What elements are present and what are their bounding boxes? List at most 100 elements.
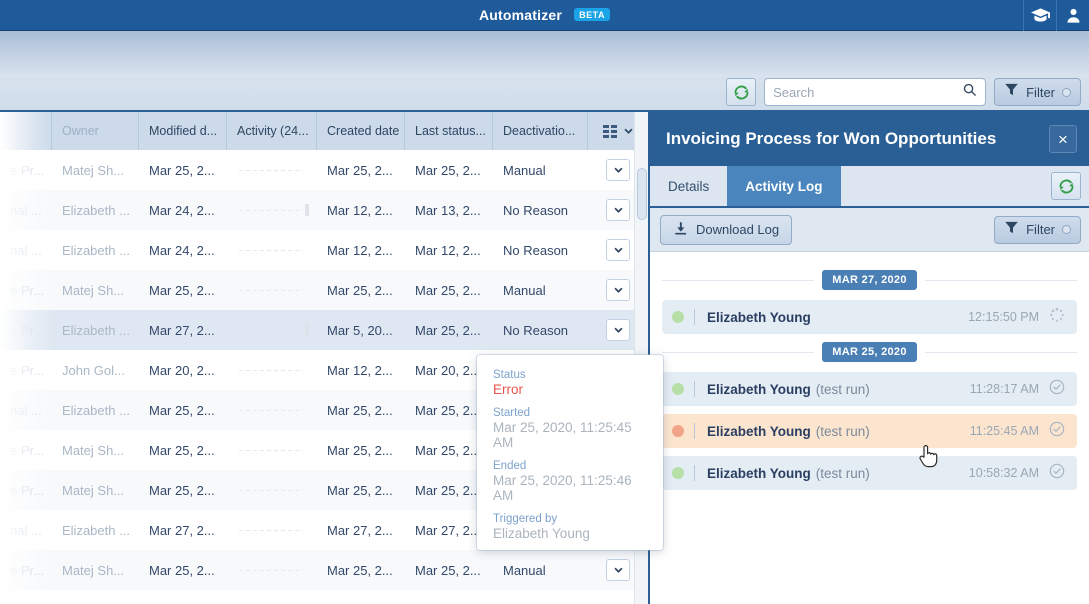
activity-sparkline <box>237 564 317 576</box>
automatizer-app: Automatizer BETA <box>0 0 1089 604</box>
table-row[interactable]: e Pr...Matej Sh...Mar 25, 2...Mar 25, 2.… <box>0 550 648 590</box>
search-input[interactable] <box>773 85 962 100</box>
column-header-deactivation[interactable]: Deactivatio... <box>493 112 588 150</box>
cell-owner: Elizabeth ... <box>52 203 139 218</box>
row-menu-chevron-down-icon[interactable] <box>606 559 630 581</box>
row-menu-chevron-down-icon[interactable] <box>606 159 630 181</box>
activity-log-actions: Download Log Filter <box>650 208 1089 252</box>
close-icon[interactable]: × <box>1049 125 1077 153</box>
table-row[interactable]: nal ...Elizabeth ...Mar 24, 2...Mar 12, … <box>0 230 648 270</box>
column-header-name[interactable] <box>0 112 52 150</box>
app-header: Automatizer BETA <box>0 0 1089 31</box>
column-header-last-status[interactable]: Last status... <box>405 112 493 150</box>
separator-line <box>925 352 1077 353</box>
cell-modified-date: Mar 25, 2... <box>139 283 227 298</box>
table-row[interactable]: nal ...Elizabeth ...Mar 24, 2...Mar 12, … <box>0 190 648 230</box>
log-entry[interactable]: Elizabeth Young12:15:50 PM <box>662 300 1077 334</box>
filter-button-label: Filter <box>1026 85 1055 100</box>
cell-activity <box>227 364 317 376</box>
cell-owner: Elizabeth ... <box>52 523 139 538</box>
cell-activity <box>227 484 317 496</box>
graduation-cap-icon[interactable] <box>1023 0 1056 31</box>
log-entry[interactable]: Elizabeth Young(test run)11:25:45 AM <box>662 414 1077 448</box>
check-circle-icon <box>1049 421 1065 442</box>
cell-last-status: Mar 12, 2... <box>405 243 493 258</box>
table-row[interactable]: e Pr...Matej Sh...Mar 25, 2...Mar 25, 2.… <box>0 150 648 190</box>
column-header-modified-date[interactable]: Modified d... <box>139 112 227 150</box>
log-entry-user: Elizabeth Young(test run) <box>707 424 870 439</box>
tab-details[interactable]: Details <box>650 166 727 206</box>
log-entry[interactable]: Elizabeth Young(test run)10:58:32 AM <box>662 456 1077 490</box>
log-entry[interactable]: Elizabeth Young(test run)11:28:17 AM <box>662 372 1077 406</box>
cell-name: e Pr... <box>0 563 52 578</box>
chevron-down-icon <box>624 128 633 134</box>
cell-created-date: Mar 25, 2... <box>317 283 405 298</box>
tooltip-started-label: Started <box>493 407 647 419</box>
cell-owner: Matej Sh... <box>52 563 139 578</box>
log-entry-user: Elizabeth Young(test run) <box>707 466 870 481</box>
cell-name: e Pr... <box>0 323 52 338</box>
cell-deactivation: No Reason <box>493 203 588 218</box>
cell-activity <box>227 524 317 536</box>
cell-modified-date: Mar 24, 2... <box>139 243 227 258</box>
table-row[interactable]: e Pr...Elizabeth ...Mar 27, 2...Mar 5, 2… <box>0 310 648 350</box>
panel-refresh-icon[interactable] <box>1051 172 1081 200</box>
download-log-button[interactable]: Download Log <box>660 215 792 245</box>
user-icon[interactable] <box>1056 0 1089 31</box>
cell-name: nal ... <box>0 523 52 538</box>
detail-panel-header: Invoicing Process for Won Opportunities … <box>650 112 1089 166</box>
cell-modified-date: Mar 27, 2... <box>139 323 227 338</box>
tab-activity-log[interactable]: Activity Log <box>727 166 840 206</box>
table-row[interactable]: e Pr...Matej Sh...Mar 25, 2...Mar 25, 2.… <box>0 270 648 310</box>
cell-name: e Pr... <box>0 363 52 378</box>
row-menu-chevron-down-icon[interactable] <box>606 279 630 301</box>
panel-filter-button[interactable]: Filter <box>994 216 1081 244</box>
filter-button[interactable]: Filter <box>994 78 1081 106</box>
cell-last-status: Mar 25, 2... <box>405 163 493 178</box>
log-entry-user: Elizabeth Young(test run) <box>707 382 870 397</box>
table-header-row: Owner Modified d... Activity (24... Crea… <box>0 112 648 150</box>
activity-sparkline <box>237 404 317 416</box>
download-icon <box>673 221 688 239</box>
activity-sparkline <box>237 444 317 456</box>
cell-activity <box>227 564 317 576</box>
row-menu-chevron-down-icon[interactable] <box>606 239 630 261</box>
column-header-owner[interactable]: Owner <box>52 112 139 150</box>
cell-name: e Pr... <box>0 483 52 498</box>
filter-icon <box>1004 220 1019 240</box>
detail-panel-tabs: Details Activity Log <box>650 166 1089 208</box>
panel-filter-status-dot <box>1062 225 1071 234</box>
cell-created-date: Mar 12, 2... <box>317 243 405 258</box>
check-circle-icon <box>1049 379 1065 400</box>
cell-owner: Matej Sh... <box>52 283 139 298</box>
tooltip-triggered-value: Elizabeth Young <box>493 526 647 541</box>
cell-last-status: Mar 13, 2... <box>405 203 493 218</box>
cell-deactivation: No Reason <box>493 323 588 338</box>
search-field[interactable] <box>764 78 986 106</box>
log-entry-subtitle: (test run) <box>816 424 870 439</box>
cell-deactivation: Manual <box>493 563 588 578</box>
cell-last-status: Mar 25, 2... <box>405 323 493 338</box>
cell-owner: Elizabeth ... <box>52 243 139 258</box>
table-scrollbar-thumb[interactable] <box>637 168 647 220</box>
cell-modified-date: Mar 27, 2... <box>139 523 227 538</box>
header-gradient-band <box>0 31 1089 74</box>
row-menu-chevron-down-icon[interactable] <box>606 199 630 221</box>
activity-sparkline <box>237 204 317 216</box>
column-header-activity[interactable]: Activity (24... <box>227 112 317 150</box>
cell-modified-date: Mar 25, 2... <box>139 403 227 418</box>
cell-deactivation: No Reason <box>493 243 588 258</box>
log-divider <box>694 309 695 325</box>
cell-owner: Matej Sh... <box>52 443 139 458</box>
activity-sparkline <box>237 324 317 336</box>
cell-created-date: Mar 5, 20... <box>317 323 405 338</box>
cell-created-date: Mar 25, 2... <box>317 443 405 458</box>
cell-name: e Pr... <box>0 283 52 298</box>
column-header-created-date[interactable]: Created date <box>317 112 405 150</box>
cell-activity <box>227 204 317 216</box>
log-divider <box>694 465 695 481</box>
row-menu-chevron-down-icon[interactable] <box>606 319 630 341</box>
activity-sparkline <box>237 364 317 376</box>
activity-sparkline <box>237 244 317 256</box>
refresh-icon[interactable] <box>726 78 756 106</box>
